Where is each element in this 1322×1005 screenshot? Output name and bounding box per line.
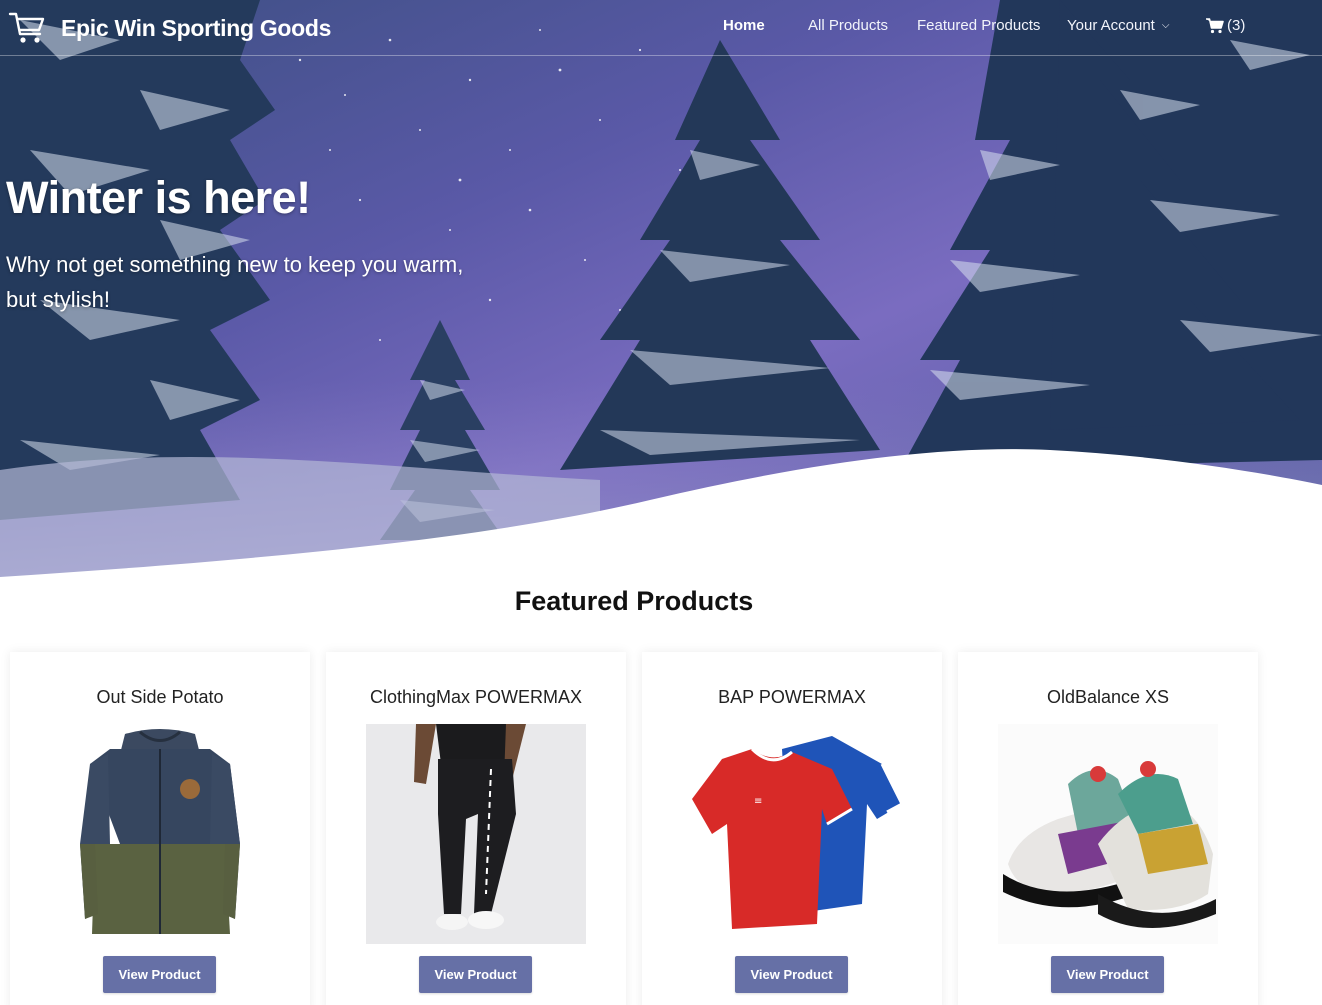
- product-card: BAP POWERMAX ≡ View Product: [642, 652, 942, 1005]
- product-name: BAP POWERMAX: [718, 687, 866, 707]
- product-name: Out Side Potato: [96, 687, 224, 707]
- hero-subtitle: Why not get something new to keep you wa…: [6, 252, 464, 312]
- featured-products-heading: Featured Products: [514, 586, 754, 616]
- hero-title: Winter is here!: [6, 172, 311, 223]
- nav-links: Home All Products Featured Products Your…: [0, 17, 1322, 39]
- nav-your-account[interactable]: Your Account ⌵: [1067, 17, 1169, 34]
- product-card: Out Side Potato View Product: [10, 652, 310, 1005]
- product-image-jerseys: ≡: [692, 736, 902, 929]
- product-image-track-pants: [366, 724, 586, 944]
- nav-featured-products[interactable]: Featured Products: [917, 17, 1040, 34]
- svg-text:≡: ≡: [754, 796, 762, 807]
- nav-cart[interactable]: (3): [1206, 17, 1245, 34]
- view-product-button[interactable]: View Product: [419, 956, 532, 993]
- cart-count: (3): [1227, 17, 1246, 34]
- view-product-button[interactable]: View Product: [103, 956, 216, 993]
- view-product-button[interactable]: View Product: [735, 956, 848, 993]
- product-name: OldBalance XS: [1046, 687, 1170, 707]
- hero-banner: Epic Win Sporting Goods Home All Product…: [0, 0, 1322, 590]
- view-product-button[interactable]: View Product: [1051, 956, 1164, 993]
- cart-icon: [1206, 17, 1224, 33]
- product-image-jacket: [80, 729, 240, 934]
- nav-your-account-label: Your Account: [1067, 17, 1155, 34]
- page: Epic Win Sporting Goods Home All Product…: [0, 0, 1322, 1005]
- chevron-down-icon: ⌵: [1161, 20, 1170, 31]
- nav-all-products[interactable]: All Products: [808, 17, 888, 34]
- product-card: ClothingMax POWERMAX View Product: [326, 652, 626, 1005]
- nav-home[interactable]: Home: [723, 17, 765, 34]
- product-card: OldBalance XS View Product: [958, 652, 1258, 1005]
- product-name: ClothingMax POWERMAX: [369, 687, 583, 707]
- top-navbar: Epic Win Sporting Goods Home All Product…: [0, 0, 1322, 56]
- product-image-sneakers: [998, 724, 1218, 944]
